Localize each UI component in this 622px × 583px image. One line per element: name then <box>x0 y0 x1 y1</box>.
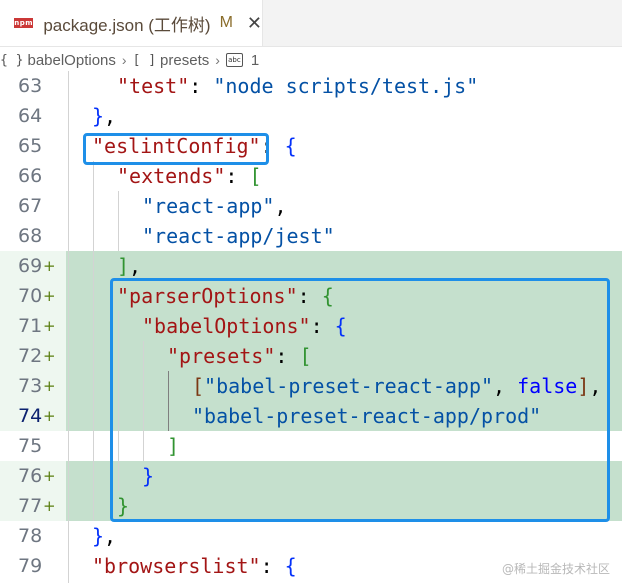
indent-guide <box>118 191 119 251</box>
modified-indicator: M <box>219 14 233 31</box>
watermark: @稀土掘金技术社区 <box>501 562 610 576</box>
line-number: 72 <box>18 345 43 367</box>
string-icon: abc <box>225 53 243 67</box>
line-number: 78 <box>18 525 43 547</box>
breadcrumb: { } babelOptions › [ ] presets › abc 1 <box>0 46 622 74</box>
added-marker: + <box>43 257 56 275</box>
line-number: 63 <box>18 75 43 97</box>
added-marker: + <box>43 377 56 395</box>
indent-guide <box>143 341 144 461</box>
line-number: 77 <box>18 495 43 517</box>
line-number: 73 <box>18 375 43 397</box>
chevron-right-icon: › <box>215 52 220 68</box>
indent-guide <box>68 71 69 583</box>
added-marker: + <box>43 407 56 425</box>
indent-guide <box>118 311 119 491</box>
line-number: 64 <box>18 105 43 127</box>
line-number: 67 <box>18 195 43 217</box>
indent-guide-active <box>168 371 169 431</box>
added-marker: + <box>43 347 56 365</box>
tab-title: package.json (工作树) <box>43 15 211 35</box>
code-line[interactable]: 64 }, <box>0 101 622 131</box>
code-line[interactable]: 65 "eslintConfig": { <box>0 131 622 161</box>
line-number: 65 <box>18 135 43 157</box>
added-marker: + <box>43 287 56 305</box>
breadcrumb-item-presets[interactable]: presets <box>160 52 209 69</box>
npm-icon: npm <box>14 18 34 28</box>
added-marker: + <box>43 317 56 335</box>
added-marker: + <box>43 467 56 485</box>
chevron-right-icon: › <box>121 52 127 68</box>
line-number: 76 <box>18 465 43 487</box>
line-number: 66 <box>18 165 43 187</box>
array-icon: [ ] <box>132 52 157 68</box>
line-number: 68 <box>18 225 43 247</box>
line-number: 69 <box>18 255 43 277</box>
close-icon[interactable]: ✕ <box>247 13 262 34</box>
code-line[interactable]: 63 "test": "node scripts/test.js" <box>0 71 622 101</box>
indent-guide <box>93 161 94 521</box>
line-number: 74 <box>18 405 43 427</box>
object-icon: { } <box>0 52 24 68</box>
line-number: 79 <box>18 555 43 577</box>
tab-package-json[interactable]: npm package.json (工作树) M ✕ <box>0 0 263 46</box>
line-number: 75 <box>18 435 43 457</box>
breadcrumb-item-1[interactable]: 1 <box>251 52 259 69</box>
tab-bar: npm package.json (工作树) M ✕ <box>0 0 622 47</box>
breadcrumb-item-babeloptions[interactable]: babelOptions <box>27 52 115 69</box>
added-marker: + <box>43 497 56 515</box>
line-number: 70 <box>18 285 43 307</box>
code-editor[interactable]: 63 "test": "node scripts/test.js" 64 }, … <box>0 71 622 583</box>
line-number: 71 <box>18 315 43 337</box>
code-line[interactable]: 78 }, <box>0 521 622 551</box>
